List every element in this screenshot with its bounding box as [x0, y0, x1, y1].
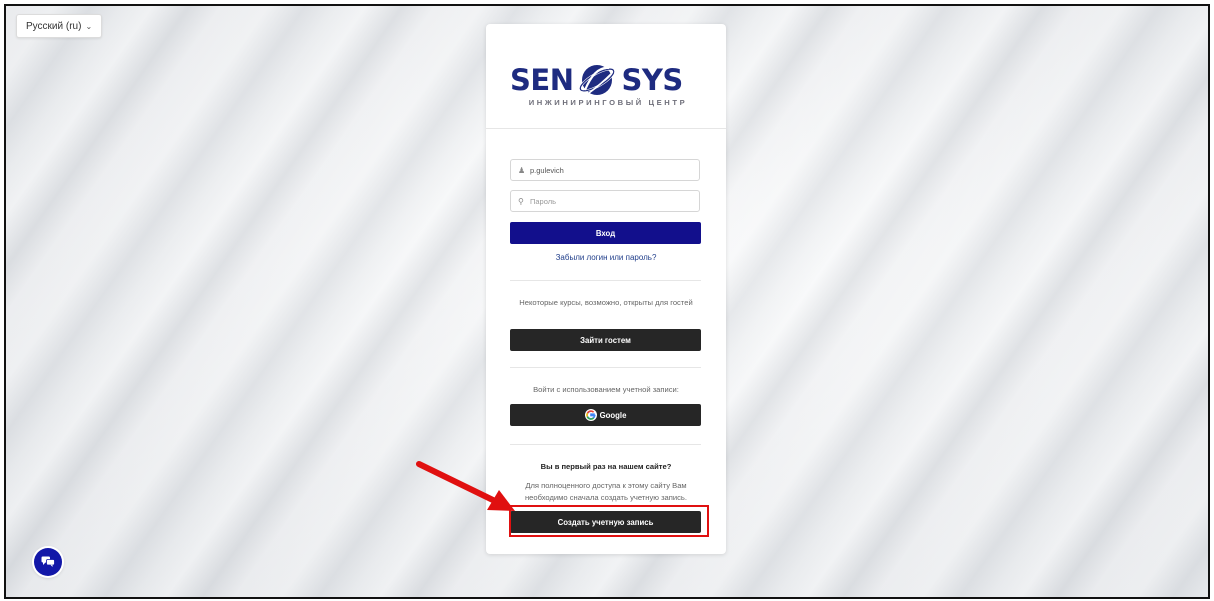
- language-label: Русский (ru): [26, 20, 82, 32]
- divider: [510, 444, 701, 445]
- logo-area: SEN SYS ИНЖИНИРИНГОВЫЙ ЦЕНТР: [486, 24, 726, 129]
- language-selector[interactable]: Русский (ru) ⌄: [16, 14, 103, 38]
- forgot-password-link[interactable]: Забыли логин или пароль?: [486, 253, 726, 262]
- chat-button[interactable]: [34, 548, 62, 576]
- login-button[interactable]: Вход: [510, 222, 701, 244]
- divider: [510, 367, 701, 368]
- chevron-down-icon: ⌄: [85, 21, 93, 31]
- chat-icon: [41, 556, 55, 567]
- key-icon: ⚲: [518, 196, 524, 206]
- logo-tagline: ИНЖИНИРИНГОВЫЙ ЦЕНТР: [528, 98, 688, 107]
- logo: SEN SYS: [510, 60, 683, 100]
- google-icon: [584, 409, 597, 421]
- logo-emblem-icon: [579, 65, 616, 95]
- google-label: Google: [599, 410, 627, 420]
- logo-right-word: SYS: [621, 63, 683, 97]
- annotation-arrow-icon: [416, 461, 515, 511]
- signup-heading: Вы в первый раз на нашем сайте?: [540, 462, 672, 471]
- guest-note: Некоторые курсы, возможно, открыты для г…: [519, 298, 693, 307]
- user-icon: ♟: [518, 165, 526, 175]
- divider: [510, 280, 701, 281]
- oauth-note: Войти с использованием учетной записи:: [533, 385, 679, 394]
- username-field[interactable]: ♟: [510, 159, 700, 181]
- password-input[interactable]: [530, 196, 690, 206]
- guest-login-button[interactable]: Зайти гостем: [510, 329, 701, 351]
- google-login-button[interactable]: Google: [510, 404, 701, 426]
- signup-note: Для полноценного доступа к этому сайту В…: [524, 481, 687, 502]
- password-field[interactable]: ⚲: [510, 190, 700, 212]
- logo-left-word: SEN: [510, 63, 574, 97]
- create-account-button[interactable]: Создать учетную запись: [510, 511, 701, 533]
- username-input[interactable]: [530, 165, 690, 175]
